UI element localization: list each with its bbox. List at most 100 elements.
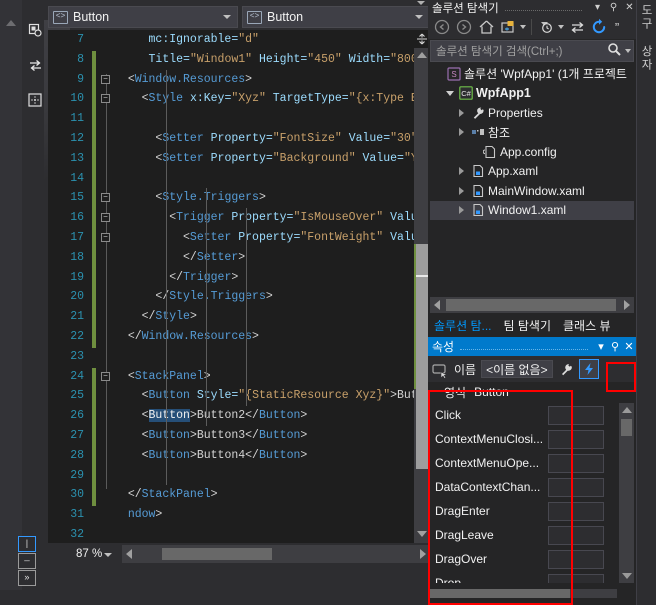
editor-scrollbar-thumb[interactable] bbox=[416, 244, 428, 469]
chevron-down-icon[interactable] bbox=[223, 15, 231, 19]
events-hscrollbar-thumb[interactable] bbox=[430, 589, 570, 598]
code-line[interactable]: Title="Window1" Height="450" Width="800"… bbox=[114, 50, 430, 70]
event-row[interactable]: DragEnter bbox=[430, 499, 617, 523]
code-line[interactable]: <Button>Button3</Button> bbox=[114, 426, 430, 446]
fold-toggle[interactable]: − bbox=[101, 233, 110, 242]
navigation-dropdown-left[interactable]: <> Button bbox=[48, 6, 238, 28]
code-line[interactable]: <Setter Property="FontSize" Value="30"/> bbox=[114, 129, 430, 149]
code-line[interactable]: <Trigger Property="IsMouseOver" Value=" bbox=[114, 208, 430, 228]
zoom-level-combobox[interactable]: 87 % bbox=[48, 544, 120, 564]
event-row[interactable]: DragOver bbox=[430, 547, 617, 571]
fold-toggle[interactable]: − bbox=[101, 371, 110, 381]
fold-toggle[interactable]: − bbox=[101, 213, 110, 223]
event-handler-input[interactable] bbox=[548, 573, 604, 583]
event-handler-input[interactable] bbox=[548, 525, 604, 545]
code-line[interactable] bbox=[114, 347, 430, 367]
solution-tree-item[interactable]: Window1.xaml bbox=[430, 200, 634, 220]
swap-arrows-icon[interactable] bbox=[25, 55, 45, 75]
chevron-down-icon[interactable] bbox=[415, 15, 423, 19]
close-icon[interactable]: ✕ bbox=[623, 2, 636, 13]
scroll-right-arrow-icon[interactable] bbox=[420, 549, 426, 559]
code-line[interactable] bbox=[114, 109, 430, 129]
scroll-right-arrow-icon[interactable] bbox=[624, 300, 630, 310]
code-line[interactable]: <Style x:Key="Xyz" TargetType="{x:Type B… bbox=[114, 89, 430, 109]
code-line[interactable]: <StackPanel> bbox=[114, 367, 430, 387]
code-line[interactable]: <Setter Property="Background" Value="Yel… bbox=[114, 149, 430, 169]
event-handler-input[interactable] bbox=[548, 453, 604, 473]
event-row[interactable]: Click bbox=[430, 403, 617, 427]
solution-tree-item[interactable]: App.config bbox=[430, 142, 634, 162]
code-line[interactable]: </Window.Resources> bbox=[114, 327, 430, 347]
navigation-dropdown-right[interactable]: <> Button bbox=[242, 6, 430, 28]
code-line[interactable]: <Style.Triggers> bbox=[114, 188, 430, 208]
pending-changes-filter-icon[interactable] bbox=[535, 16, 557, 38]
event-handler-input[interactable] bbox=[548, 405, 604, 425]
code-line[interactable] bbox=[114, 525, 430, 543]
event-row[interactable]: DragLeave bbox=[430, 523, 617, 547]
solution-explorer-tree[interactable]: S 솔루션 'WpfApp1' (1개 프로젝트 C# WpfApp1 Properti… bbox=[430, 64, 634, 296]
scroll-left-arrow-icon[interactable] bbox=[126, 549, 132, 559]
solution-tree-item[interactable]: MainWindow.xaml bbox=[430, 181, 634, 201]
scroll-up-arrow-icon[interactable] bbox=[417, 52, 427, 58]
code-line[interactable]: mc:Ignorable="d" bbox=[114, 30, 430, 50]
chevron-down-icon[interactable] bbox=[104, 553, 112, 557]
search-input[interactable]: 솔루션 탐색기 검색(Ctrl+;) bbox=[431, 43, 607, 59]
toolbar-overflow-icon[interactable]: ” bbox=[610, 16, 624, 38]
code-text[interactable]: mc:Ignorable="d" Title="Window1" Height=… bbox=[114, 30, 430, 543]
code-line[interactable]: </Style> bbox=[114, 307, 430, 327]
code-area[interactable]: 7 8 9 10 11 12 13 14 15 16 17 18 19 20 21 22 23 24 25 26 27 2… bbox=[48, 30, 430, 543]
chevron-down-icon[interactable]: ▾ bbox=[591, 2, 604, 13]
toolbox-autohide-tab[interactable]: 도구 상자 bbox=[636, 0, 656, 605]
split-view-horizontal-button[interactable]: — bbox=[18, 553, 36, 569]
solution-explorer-title-bar[interactable]: 솔루션 탐색기 ▾ ⚲ ✕ bbox=[428, 0, 636, 15]
code-line[interactable]: </Trigger> bbox=[114, 268, 430, 288]
editor-horizontal-scrollbar[interactable] bbox=[122, 545, 430, 563]
solution-tree-item[interactable]: App.xaml bbox=[430, 162, 634, 182]
xaml-code-editor[interactable]: 7 8 9 10 11 12 13 14 15 16 17 18 19 20 21 22 23 24 25 26 27 2… bbox=[48, 30, 430, 543]
properties-view-icon[interactable] bbox=[556, 359, 576, 379]
pin-icon[interactable]: ⚲ bbox=[607, 2, 620, 13]
collapse-arrow-icon[interactable] bbox=[454, 167, 469, 176]
solution-explorer-hscrollbar[interactable] bbox=[430, 297, 634, 313]
dock-tab[interactable]: 팀 탐색기 bbox=[498, 314, 558, 336]
event-handler-input[interactable] bbox=[548, 501, 604, 521]
code-folding-gutter[interactable]: − − − − − − bbox=[100, 30, 114, 543]
fold-toggle[interactable]: − bbox=[101, 74, 110, 84]
dock-tab[interactable]: 솔루션 탐... bbox=[428, 314, 498, 336]
fold-toggle[interactable]: − bbox=[101, 193, 110, 203]
properties-title-bar[interactable]: 속성 ▾ ⚲ ✕ bbox=[428, 337, 636, 356]
events-horizontal-scrollbar[interactable] bbox=[430, 589, 617, 598]
expand-arrow-icon[interactable] bbox=[442, 90, 457, 96]
navigate-forward-icon[interactable] bbox=[453, 16, 475, 38]
event-row[interactable]: Drop bbox=[430, 571, 617, 583]
solution-tree-item[interactable]: C# WpfApp1 bbox=[430, 84, 634, 104]
events-view-icon[interactable] bbox=[579, 359, 600, 379]
solution-hscrollbar-thumb[interactable] bbox=[446, 299, 616, 311]
events-scrollbar-thumb[interactable] bbox=[621, 419, 632, 436]
code-line[interactable]: <Window.Resources> bbox=[114, 70, 430, 90]
event-handler-input[interactable] bbox=[548, 429, 604, 449]
event-handler-input[interactable] bbox=[548, 477, 604, 497]
code-line[interactable]: <Button>Button2</Button> bbox=[114, 406, 430, 426]
chevron-down-icon[interactable] bbox=[520, 25, 526, 29]
move-handle-icon[interactable] bbox=[25, 90, 45, 110]
scroll-up-arrow-icon[interactable] bbox=[621, 407, 632, 413]
chevron-down-icon[interactable] bbox=[558, 25, 564, 29]
code-line[interactable]: ndow> bbox=[114, 505, 430, 525]
code-line[interactable]: <Button Style="{StaticResource Xyz}">But… bbox=[114, 386, 430, 406]
collapse-arrow-icon[interactable] bbox=[454, 108, 469, 117]
bottom-dock-tabs[interactable]: 솔루션 탐... 팀 탐색기 클래스 뷰 bbox=[428, 314, 636, 336]
expand-view-button[interactable]: » bbox=[18, 570, 36, 586]
event-handler-input[interactable] bbox=[548, 549, 604, 569]
rail-scroll-up-icon[interactable] bbox=[6, 20, 16, 26]
event-row[interactable]: ContextMenuClosi... bbox=[430, 427, 617, 451]
navigate-back-icon[interactable] bbox=[431, 16, 453, 38]
tab-overflow-chevron-icon[interactable] bbox=[417, 1, 425, 5]
name-field[interactable]: <이름 없음> bbox=[481, 360, 554, 378]
split-view-vertical-button[interactable]: | bbox=[18, 536, 36, 552]
chevron-down-icon[interactable]: ▾ bbox=[594, 340, 608, 353]
event-row[interactable]: ContextMenuOpe... bbox=[430, 451, 617, 475]
code-line[interactable]: </Setter> bbox=[114, 248, 430, 268]
solution-tree-item[interactable]: S 솔루션 'WpfApp1' (1개 프로젝트 bbox=[430, 64, 634, 84]
collapse-arrow-icon[interactable] bbox=[454, 186, 469, 195]
